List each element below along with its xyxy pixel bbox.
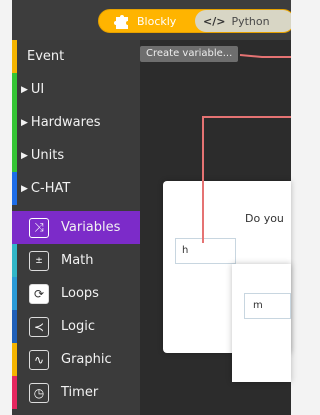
sidebar-item-label: Hardwares	[30, 115, 101, 130]
create-variable-button[interactable]: Create variable...	[140, 46, 239, 62]
timer-icon: ◷	[29, 382, 49, 403]
sidebar-item-label: Units	[30, 148, 65, 163]
expand-arrow-icon: ▶	[21, 150, 28, 161]
sidebar-item-timer[interactable]: ◷ Timer	[12, 376, 140, 409]
mode-toggle[interactable]: Blockly </> Python	[98, 9, 291, 33]
logic-icon: ≺	[29, 316, 49, 337]
sidebar-item-c-hat[interactable]: ▶ C-HAT	[12, 172, 140, 205]
sidebar-item-label: Math	[61, 253, 94, 268]
expand-arrow-icon: ▶	[21, 183, 28, 194]
python-label: Python	[231, 14, 270, 28]
sidebar-item-variables[interactable]: ⤨ Variables	[12, 211, 140, 244]
sidebar-item-loops[interactable]: ⟳ Loops	[12, 277, 140, 310]
sidebar-item-label: UI	[30, 82, 45, 97]
expand-arrow-icon: ▶	[21, 117, 28, 128]
loops-icon: ⟳	[29, 283, 49, 304]
blockly-mode-button[interactable]: Blockly	[99, 10, 195, 32]
puzzle-icon	[114, 15, 128, 29]
sidebar-item-label: Event	[27, 49, 65, 64]
sidebar-item-label: Variables	[61, 220, 121, 235]
category-sidebar: Event ▶ UI ▶ Hardwares ▶ Units ▶ C-HAT ⤨…	[12, 40, 140, 415]
sidebar-item-event[interactable]: Event	[12, 40, 140, 73]
sidebar-item-label: C-HAT	[30, 181, 71, 196]
expand-arrow-icon: ▶	[21, 84, 28, 95]
variables-icon: ⤨	[29, 217, 49, 238]
sidebar-item-label: Logic	[61, 319, 95, 334]
secondary-dialog	[232, 264, 291, 382]
sidebar-item-label: Graphic	[61, 352, 112, 367]
python-mode-button[interactable]: </> Python	[195, 10, 291, 32]
sidebar-item-graphic[interactable]: ∿ Graphic	[12, 343, 140, 376]
graphic-icon: ∿	[29, 349, 49, 370]
dialog-question: Do you	[245, 212, 284, 225]
code-icon: </>	[203, 14, 226, 28]
sidebar-item-math[interactable]: ± Math	[12, 244, 140, 277]
blockly-label: Blockly	[137, 14, 177, 28]
sidebar-item-ui[interactable]: ▶ UI	[12, 73, 140, 106]
sidebar-item-label: Loops	[61, 286, 99, 301]
sidebar-item-logic[interactable]: ≺ Logic	[12, 310, 140, 343]
top-toolbar: Blockly </> Python	[12, 0, 291, 40]
sidebar-item-hardwares[interactable]: ▶ Hardwares	[12, 106, 140, 139]
math-icon: ±	[29, 250, 49, 271]
secondary-input[interactable]: m	[244, 293, 291, 319]
variable-name-input[interactable]: h	[175, 238, 236, 264]
sidebar-item-units[interactable]: ▶ Units	[12, 139, 140, 172]
sidebar-item-label: Timer	[61, 385, 99, 400]
